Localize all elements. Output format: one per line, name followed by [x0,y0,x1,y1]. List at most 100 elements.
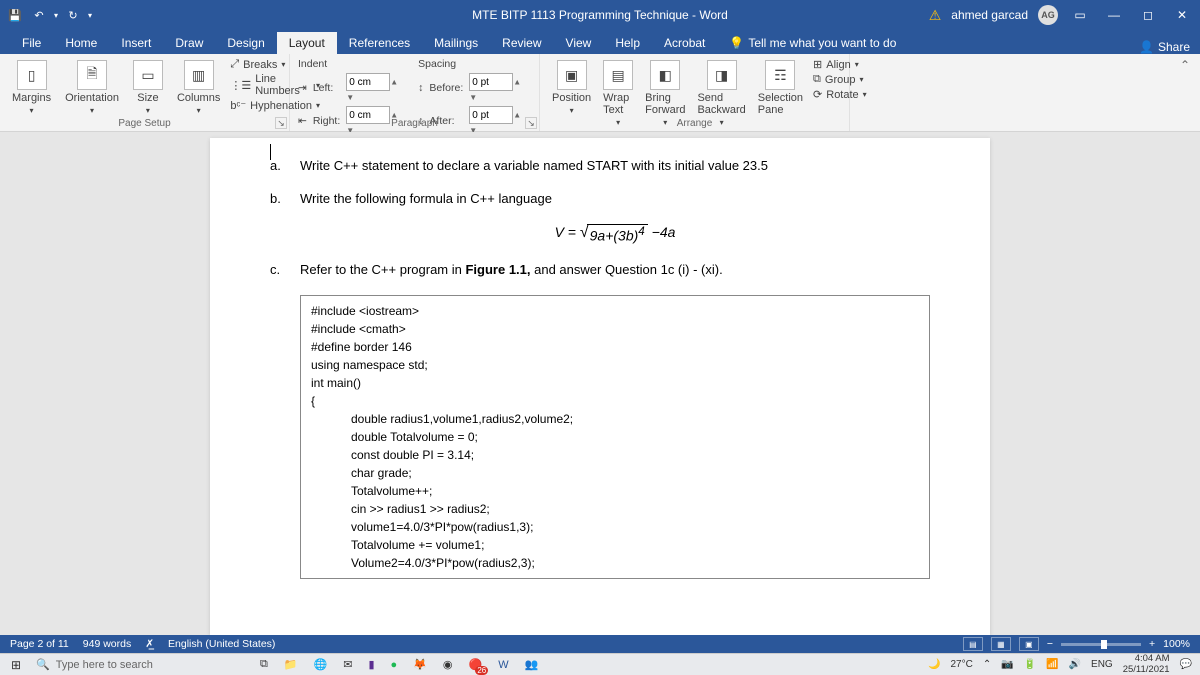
browser-icon[interactable]: 🦊 [405,654,435,675]
chrome-icon[interactable]: ◉ [435,654,461,675]
weather-icon[interactable]: 🌙 [928,659,940,670]
share-button[interactable]: 👤 Share [1139,40,1190,54]
temperature[interactable]: 27°C [950,659,972,670]
tab-draw[interactable]: Draw [163,32,215,54]
status-words[interactable]: 949 words [83,638,131,650]
zoom-out-icon[interactable]: − [1047,638,1053,650]
task-view-icon[interactable]: ⧉ [252,654,276,675]
position-button[interactable]: ▣Position▾ [548,58,595,129]
zoom-thumb[interactable] [1101,640,1107,649]
indent-right-input[interactable] [346,106,390,124]
tab-file[interactable]: File [10,32,53,54]
camera-icon[interactable]: 📷 [1001,659,1013,670]
rotate-button[interactable]: ⟳Rotate ▾ [813,88,867,101]
spacing-after-input[interactable] [469,106,513,124]
align-button[interactable]: ⊞Align ▾ [813,58,867,71]
tab-insert[interactable]: Insert [109,32,163,54]
tab-design[interactable]: Design [215,32,276,54]
print-layout-icon[interactable]: ▦ [991,637,1011,651]
group-icon: ⧉ [813,73,821,86]
code-line: double Totalvolume = 0; [351,428,919,446]
size-button[interactable]: ▭Size▾ [129,58,167,127]
zoom-slider[interactable] [1061,643,1141,646]
breaks-icon: ⤢ [230,58,239,71]
edge-icon[interactable]: 🌐 [306,654,336,675]
app2-icon[interactable]: 🔴26 [461,654,491,675]
spellcheck-icon[interactable]: ✗̲ [145,638,154,650]
battery-icon[interactable]: 🔋 [1024,659,1036,670]
tab-acrobat[interactable]: Acrobat [652,32,717,54]
undo-dropdown[interactable]: ▾ [54,11,58,20]
redo-icon[interactable]: ↻ [64,6,82,24]
ribbon-display-icon[interactable]: ▭ [1068,3,1092,27]
tab-layout[interactable]: Layout [277,32,337,54]
spacing-before-input[interactable] [469,73,513,91]
tray-expand-icon[interactable]: ⌃ [983,659,991,670]
maximize-icon[interactable]: ◻ [1136,3,1160,27]
warning-icon[interactable]: ⚠ [929,7,942,24]
selectionpane-icon: ☶ [765,60,795,90]
undo-icon[interactable]: ↶ [30,6,48,24]
columns-button[interactable]: ▥Columns▾ [173,58,224,127]
save-icon[interactable]: 💾 [6,6,24,24]
selectionpane-button[interactable]: ☶Selection Pane [754,58,807,129]
teams-icon[interactable]: 👥 [517,654,547,675]
pagesetup-launcher[interactable]: ↘ [275,117,287,129]
notifications-icon[interactable]: 💬 [1180,659,1192,670]
qc-text: Refer to the C++ program in Figure 1.1, … [300,262,723,277]
app-icon[interactable]: ▮ [360,654,382,675]
web-layout-icon[interactable]: ▣ [1019,637,1039,651]
breaks-label: Breaks [243,59,277,71]
document-area[interactable]: a. Write C++ statement to declare a vari… [0,132,1200,635]
volume-icon[interactable]: 🔊 [1069,659,1081,670]
language-indicator[interactable]: ENG [1091,659,1113,670]
indent-left-input[interactable] [346,73,390,91]
code-line: #include <iostream> [311,302,919,320]
tab-review[interactable]: Review [490,32,553,54]
avatar[interactable]: AG [1038,5,1058,25]
document-page[interactable]: a. Write C++ statement to declare a vari… [210,138,990,635]
margins-button[interactable]: ▯Margins▾ [8,58,55,127]
code-line: volume1=4.0/3*PI*pow(radius1,3); [351,518,919,536]
margins-label: Margins [12,92,51,104]
tell-me-search[interactable]: 💡 Tell me what you want to do [717,32,908,54]
orientation-button[interactable]: 🗎Orientation▾ [61,58,123,127]
mail-icon[interactable]: ✉ [335,654,360,675]
minimize-icon[interactable]: — [1102,3,1126,27]
explorer-icon[interactable]: 📁 [276,654,306,675]
collapse-ribbon-icon[interactable]: ⌃ [1180,58,1190,72]
clock[interactable]: 4:04 AM 25/11/2021 [1123,654,1170,675]
group-button[interactable]: ⧉Group ▾ [813,73,867,86]
orientation-icon: 🗎 [77,60,107,90]
tab-references[interactable]: References [337,32,422,54]
hyphenation-icon: bᶜ⁻ [230,99,246,112]
indent-left-label: Left: [313,82,340,94]
qat-customize[interactable]: ▾ [88,11,92,20]
status-page[interactable]: Page 2 of 11 [10,638,69,650]
paragraph-launcher[interactable]: ↘ [525,117,537,129]
qb-text: Write the following formula in C++ langu… [300,191,552,206]
wifi-icon[interactable]: 📶 [1046,659,1058,670]
linenumbers-icon: ⋮☰ [230,79,251,92]
tab-view[interactable]: View [554,32,604,54]
taskbar-search[interactable]: 🔍 Type here to search [32,658,252,671]
wraptext-button[interactable]: ▤Wrap Text▾ [599,58,637,129]
tab-home[interactable]: Home [53,32,109,54]
close-icon[interactable]: ✕ [1170,3,1194,27]
position-label: Position [552,92,591,104]
code-line: #include <cmath> [311,320,919,338]
qa-letter: a. [270,158,288,173]
spotify-icon[interactable]: ● [383,654,406,675]
tab-help[interactable]: Help [603,32,652,54]
window-title: MTE BITP 1113 Programming Technique - Wo… [472,8,728,22]
code-line: #define border 146 [311,338,919,356]
formula-lhs: V = [555,224,576,240]
rotate-label: Rotate [826,89,858,101]
start-button[interactable]: ⊞ [0,654,32,675]
tab-mailings[interactable]: Mailings [422,32,490,54]
status-language[interactable]: English (United States) [168,638,275,650]
word-icon[interactable]: W [490,654,516,675]
zoom-in-icon[interactable]: + [1149,638,1155,650]
read-mode-icon[interactable]: ▤ [963,637,983,651]
zoom-value[interactable]: 100% [1163,638,1190,650]
